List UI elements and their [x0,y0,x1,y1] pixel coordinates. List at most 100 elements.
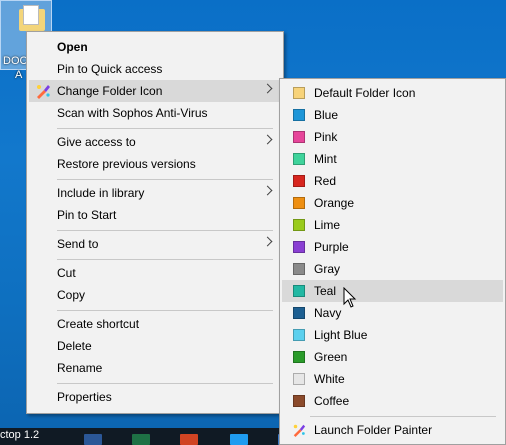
submenu-item-label: Launch Folder Painter [314,423,433,437]
menu-item-label: Properties [57,390,112,404]
submenu-item-navy[interactable]: Navy [282,302,503,324]
menu-item-label: Create shortcut [57,317,140,331]
menu-item-change-folder-icon[interactable]: Change Folder Icon [29,80,281,102]
menu-item-open[interactable]: Open [29,36,281,58]
menu-item-give-access[interactable]: Give access to [29,131,281,153]
menu-item-rename[interactable]: Rename [29,357,281,379]
blue-swatch-icon [293,109,305,121]
menu-item-scan-sophos[interactable]: Scan with Sophos Anti-Virus [29,102,281,124]
menu-item-include-library[interactable]: Include in library [29,182,281,204]
menu-separator [57,259,273,260]
gray-swatch-icon [293,263,305,275]
menu-item-delete[interactable]: Delete [29,335,281,357]
change-folder-icon-submenu: Default Folder Icon Blue Pink Mint Red O… [279,78,506,445]
menu-item-send-to[interactable]: Send to [29,233,281,255]
menu-separator [57,310,273,311]
green-swatch-icon [293,351,305,363]
menu-item-label: Delete [57,339,92,353]
submenu-item-lime[interactable]: Lime [282,214,503,236]
desktop-icon-label-2: A [15,69,23,81]
menu-item-pin-quick-access[interactable]: Pin to Quick access [29,58,281,80]
submenu-separator [310,416,496,417]
submenu-item-light-blue[interactable]: Light Blue [282,324,503,346]
submenu-item-label: Pink [314,130,338,144]
menu-separator [57,128,273,129]
menu-item-create-shortcut[interactable]: Create shortcut [29,313,281,335]
menu-item-label: Pin to Quick access [57,62,163,76]
submenu-item-gray[interactable]: Gray [282,258,503,280]
context-menu: Open Pin to Quick access Change Folder I… [26,31,284,414]
excel-icon[interactable] [132,434,150,445]
submenu-item-label: Mint [314,152,337,166]
submenu-item-label: Red [314,174,337,188]
submenu-item-label: Purple [314,240,349,254]
menu-item-label: Pin to Start [57,208,117,222]
submenu-item-coffee[interactable]: Coffee [282,390,503,412]
menu-item-label: Include in library [57,186,145,200]
folder-painter-brush-icon [293,424,306,437]
menu-item-label: Restore previous versions [57,157,196,171]
teal-swatch-icon [293,285,305,297]
submenu-item-orange[interactable]: Orange [282,192,503,214]
menu-item-properties[interactable]: Properties [29,386,281,408]
desktop-icon-label: DOC [3,55,28,67]
menu-item-cut[interactable]: Cut [29,262,281,284]
submenu-item-blue[interactable]: Blue [282,104,503,126]
submenu-item-label: Coffee [314,394,350,408]
submenu-item-label: Default Folder Icon [314,86,416,100]
menu-item-label: Change Folder Icon [57,84,163,98]
submenu-item-label: Green [314,350,348,364]
menu-item-pin-start[interactable]: Pin to Start [29,204,281,226]
menu-separator [57,179,273,180]
menu-item-label: Cut [57,266,76,280]
submenu-item-label: Gray [314,262,341,276]
submenu-item-label: Orange [314,196,355,210]
powerpoint-icon[interactable] [180,434,198,445]
menu-item-restore-versions[interactable]: Restore previous versions [29,153,281,175]
submenu-item-label: Light Blue [314,328,368,342]
orange-swatch-icon [293,197,305,209]
submenu-item-pink[interactable]: Pink [282,126,503,148]
chevron-right-icon [262,236,273,247]
chevron-right-icon [262,83,273,94]
navy-swatch-icon [293,307,305,319]
white-swatch-icon [293,373,305,385]
submenu-item-label: Lime [314,218,341,232]
submenu-item-green[interactable]: Green [282,346,503,368]
menu-item-label: Open [57,40,88,54]
submenu-item-label: Teal [314,284,337,298]
submenu-item-mint[interactable]: Mint [282,148,503,170]
menu-item-copy[interactable]: Copy [29,284,281,306]
menu-separator [57,383,273,384]
mouse-cursor-icon [343,287,357,308]
mint-swatch-icon [293,153,305,165]
red-swatch-icon [293,175,305,187]
chevron-right-icon [262,185,273,196]
menu-item-label: Rename [57,361,103,375]
chevron-right-icon [262,134,273,145]
coffee-swatch-icon [293,395,305,407]
submenu-item-red[interactable]: Red [282,170,503,192]
submenu-item-label: White [314,372,345,386]
menu-separator [57,230,273,231]
menu-item-label: Send to [57,237,99,251]
submenu-item-label: Blue [314,108,339,122]
folder-painter-brush-icon [37,85,50,99]
submenu-item-default[interactable]: Default Folder Icon [282,82,503,104]
light-blue-swatch-icon [293,329,305,341]
pink-swatch-icon [293,131,305,143]
purple-swatch-icon [293,241,305,253]
submenu-item-launch-folder-painter[interactable]: Launch Folder Painter [282,419,503,441]
submenu-item-white[interactable]: White [282,368,503,390]
lime-swatch-icon [293,219,305,231]
submenu-item-label: Navy [314,306,342,320]
folder-icon [19,5,45,31]
taskbar-text: ctop 1.2 [0,429,40,441]
word-icon[interactable] [84,434,102,445]
visual-studio-code-icon[interactable] [230,434,248,445]
menu-item-label: Copy [57,288,86,302]
submenu-item-purple[interactable]: Purple [282,236,503,258]
menu-item-label: Give access to [57,135,136,149]
submenu-item-teal[interactable]: Teal [282,280,503,302]
default-folder-swatch-icon [293,87,305,99]
